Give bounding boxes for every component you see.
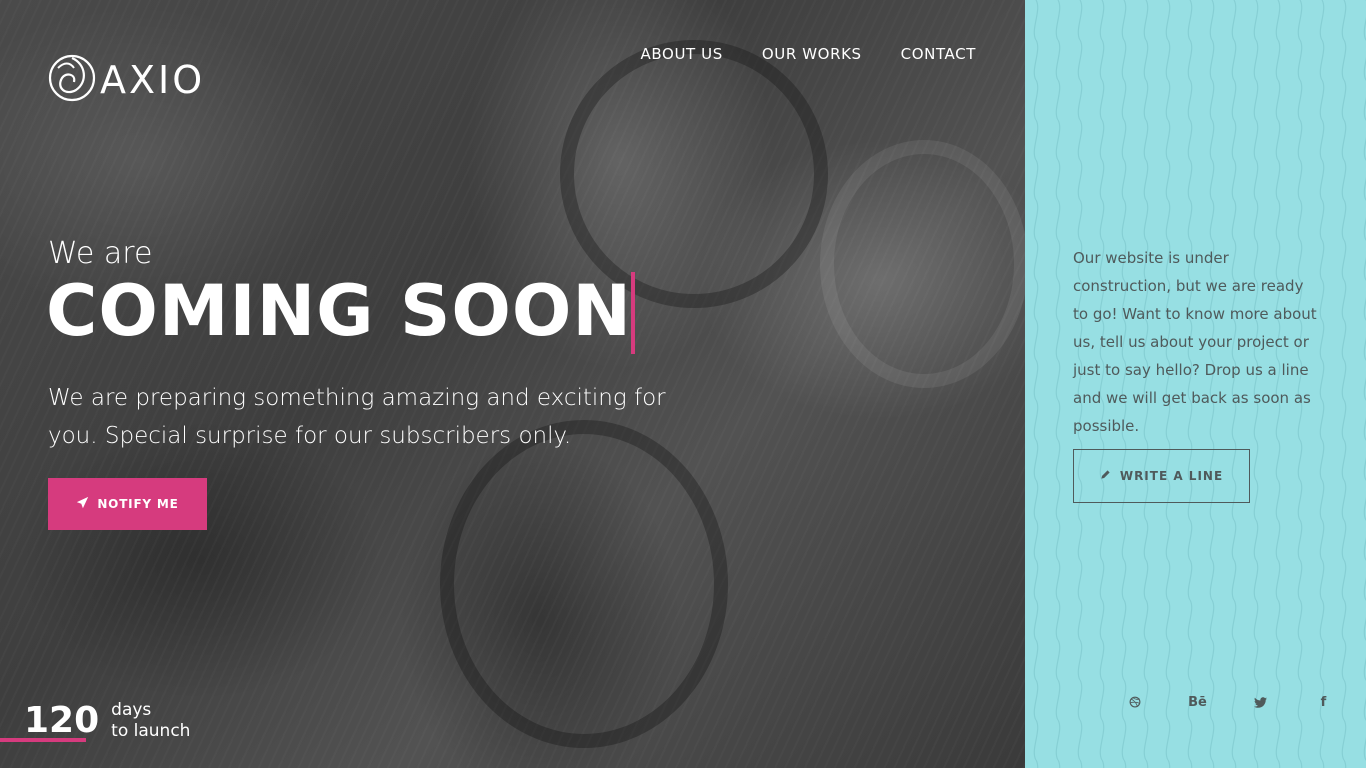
nav-item-about-us[interactable]: ABOUT US (641, 45, 723, 63)
countdown-progress-bar (0, 738, 86, 742)
brand-logo[interactable]: AXIO (48, 46, 205, 113)
countdown-label-line2: to launch (111, 720, 191, 741)
typing-caret (631, 272, 635, 354)
behance-icon[interactable]: Bē (1166, 690, 1229, 714)
twitter-icon[interactable] (1229, 690, 1292, 714)
countdown-label-line1: days (111, 699, 152, 720)
notify-me-label: NOTIFY ME (97, 497, 179, 511)
pencil-icon (1100, 469, 1111, 483)
countdown-number: 120 (24, 700, 100, 741)
paper-plane-icon (76, 496, 89, 512)
background-photo-shape (820, 140, 1025, 388)
info-panel: Our website is under construction, but w… (1025, 0, 1366, 768)
social-links: Bē f (1103, 690, 1355, 714)
write-a-line-label: WRITE A LINE (1119, 469, 1224, 483)
nav-item-our-works[interactable]: OUR WORKS (762, 45, 862, 63)
facebook-icon[interactable]: f (1292, 690, 1355, 714)
logo-text: AXIO (100, 57, 206, 102)
hero-title: COMING SOON (46, 270, 633, 352)
logo-icon (48, 46, 96, 113)
background-photo-shape (560, 40, 828, 308)
countdown-label: days to launch (111, 700, 190, 742)
nav-item-contact[interactable]: CONTACT (901, 45, 976, 63)
hero-subtitle: We are preparing something amazing and e… (48, 385, 666, 449)
notify-me-button[interactable]: NOTIFY ME (48, 478, 207, 530)
write-a-line-button[interactable]: WRITE A LINE (1073, 449, 1250, 503)
dribbble-icon[interactable] (1103, 690, 1166, 714)
background-photo-shape (440, 420, 728, 748)
hero-pretitle: We are (48, 236, 153, 271)
launch-countdown: 120 days to launch (0, 698, 190, 743)
hero-section: AXIO ABOUT US OUR WORKS CONTACT We are C… (0, 0, 1025, 768)
main-nav: ABOUT US OUR WORKS CONTACT (641, 45, 976, 63)
panel-description: Our website is under construction, but w… (1073, 249, 1317, 435)
